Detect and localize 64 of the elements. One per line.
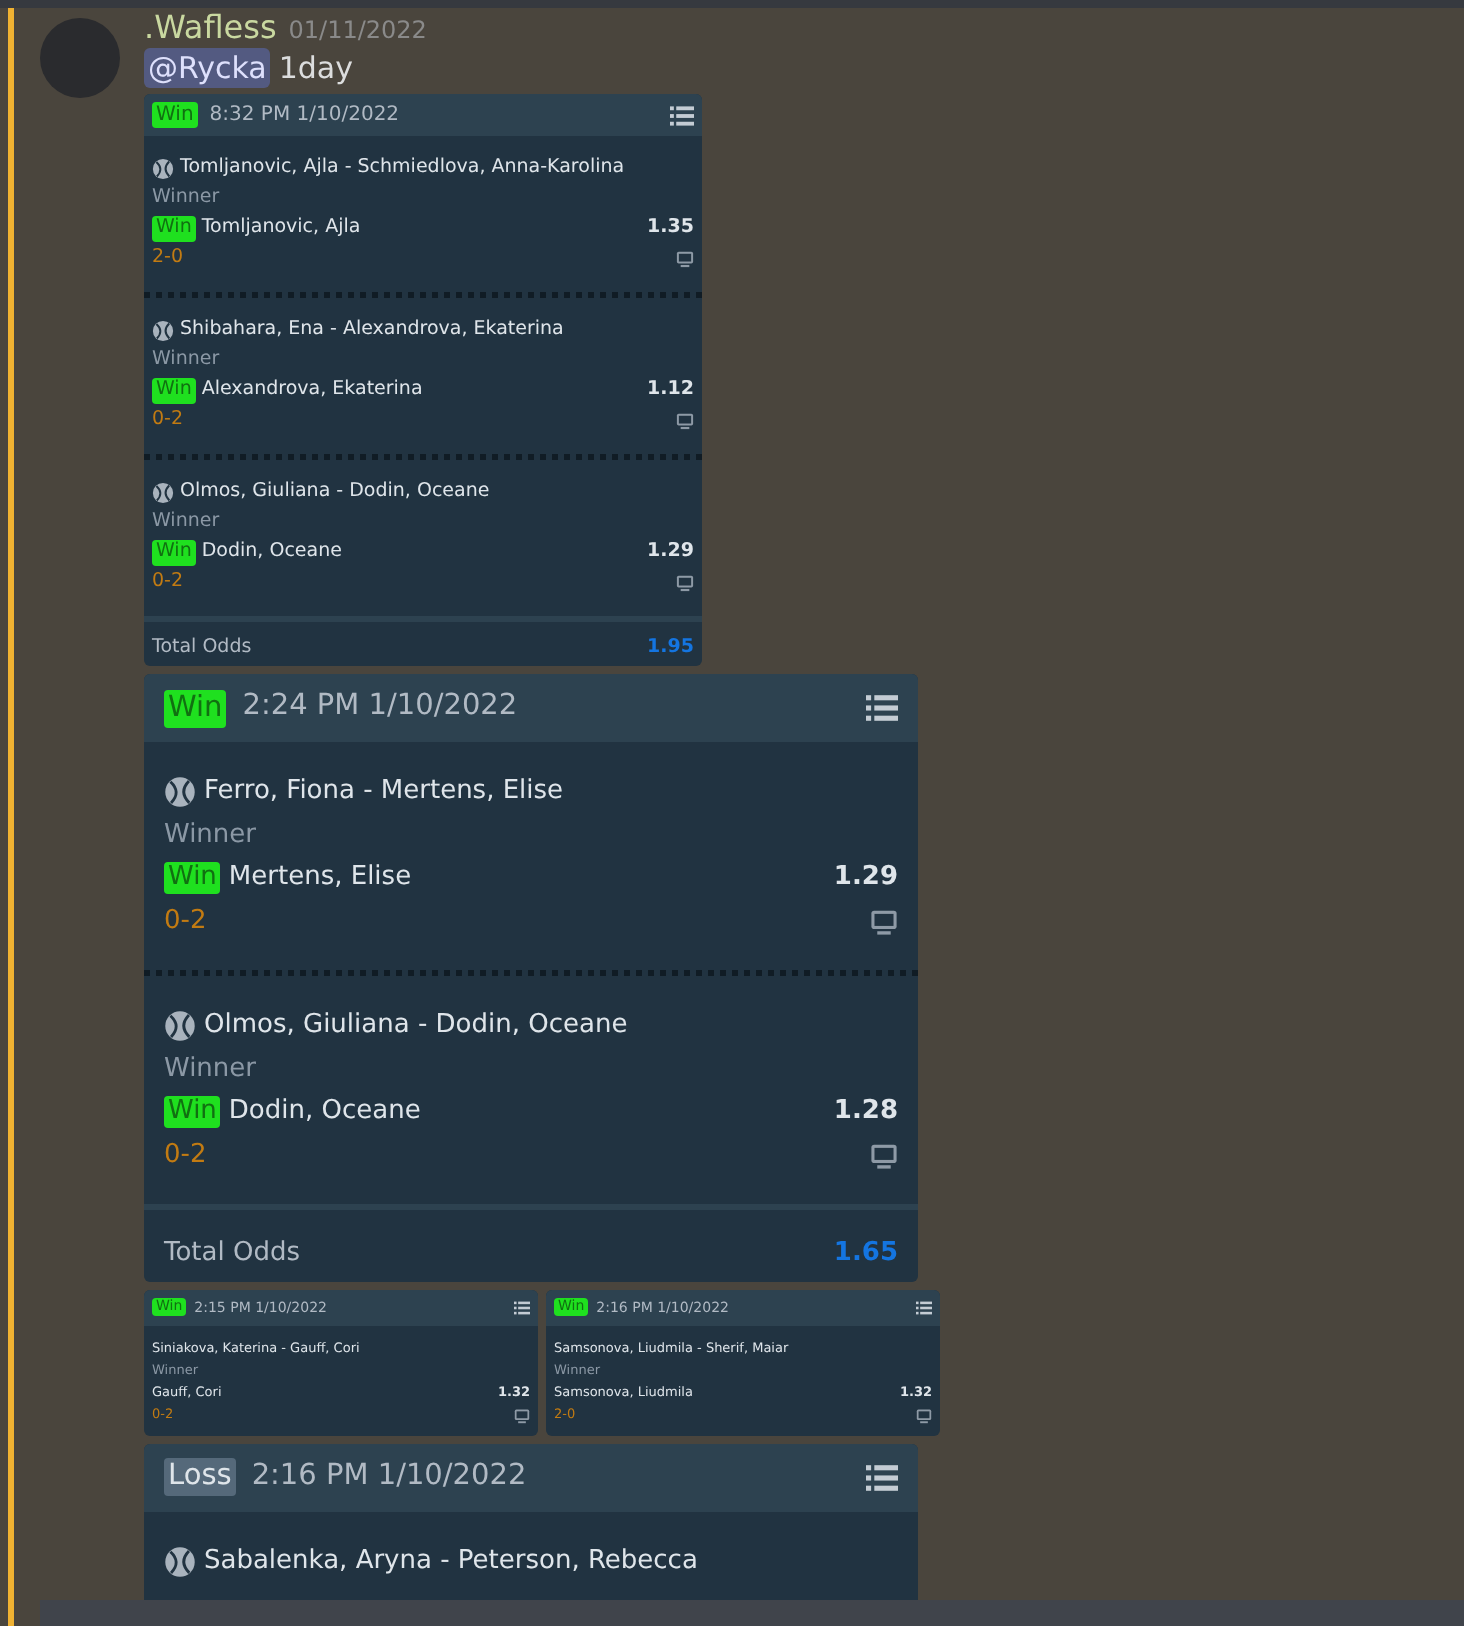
match-score: 0-2 bbox=[164, 1137, 207, 1174]
odds-value: 1.35 bbox=[647, 214, 694, 243]
match-score: 2-0 bbox=[152, 244, 184, 273]
result-badge: Win bbox=[152, 540, 196, 566]
match-name: Sabalenka, Aryna - Peterson, Rebecca bbox=[204, 1543, 698, 1580]
selection-name: Alexandrova, Ekaterina bbox=[201, 376, 423, 405]
odds-value: 1.28 bbox=[833, 1094, 898, 1131]
match-name: Olmos, Giuliana - Dodin, Oceane bbox=[204, 1008, 628, 1045]
total-odds-value: 1.65 bbox=[833, 1236, 898, 1273]
tv-icon bbox=[676, 250, 694, 268]
user-mention[interactable]: @Rycka bbox=[144, 48, 271, 88]
match-score: 0-2 bbox=[152, 568, 184, 597]
tv-icon bbox=[676, 412, 694, 430]
tennis-ball-icon bbox=[152, 158, 174, 180]
selection-name: Dodin, Oceane bbox=[228, 1094, 421, 1131]
match-name: Shibahara, Ena - Alexandrova, Ekaterina bbox=[180, 316, 564, 345]
result-badge: Win bbox=[164, 689, 227, 728]
menu-icon[interactable] bbox=[866, 692, 898, 725]
match-score: 0-2 bbox=[164, 903, 207, 940]
tennis-ball-icon bbox=[152, 482, 174, 504]
tennis-ball-icon bbox=[164, 1010, 196, 1042]
tv-icon bbox=[676, 574, 694, 592]
selection-name: Tomljanovic, Ajla bbox=[201, 214, 361, 243]
result-badge: Win bbox=[152, 102, 198, 128]
match-name: Tomljanovic, Ajla - Schmiedlova, Anna-Karolina bbox=[180, 154, 625, 183]
total-odds-label: Total Odds bbox=[152, 634, 252, 662]
tv-icon bbox=[870, 1141, 898, 1169]
match-name: Ferro, Fiona - Mertens, Elise bbox=[204, 774, 564, 811]
market-label: Winner bbox=[164, 817, 259, 854]
menu-icon[interactable] bbox=[670, 103, 694, 127]
tv-icon bbox=[870, 907, 898, 935]
menu-icon[interactable] bbox=[514, 1299, 530, 1316]
result-badge: Win bbox=[164, 1095, 221, 1129]
result-badge: Win bbox=[152, 216, 196, 242]
market-label: Winner bbox=[152, 346, 222, 375]
result-badge: Win bbox=[152, 378, 196, 404]
slip-time: 8:32 PM 1/10/2022 bbox=[209, 102, 400, 130]
tv-icon bbox=[916, 1408, 932, 1425]
menu-icon[interactable] bbox=[916, 1299, 932, 1316]
total-odds-label: Total Odds bbox=[164, 1236, 301, 1273]
tennis-ball-icon bbox=[164, 1545, 196, 1577]
tv-icon bbox=[514, 1408, 530, 1425]
market-label: Winner bbox=[164, 1051, 259, 1088]
tennis-ball-icon bbox=[152, 320, 174, 342]
message-input-bar[interactable] bbox=[40, 1600, 1464, 1626]
result-badge: Win bbox=[164, 861, 221, 895]
odds-value: 1.12 bbox=[647, 376, 694, 405]
author-name[interactable]: .Wafless bbox=[144, 10, 277, 46]
market-label: Winner bbox=[152, 508, 222, 537]
menu-icon[interactable] bbox=[866, 1461, 898, 1494]
message-text: 1day bbox=[278, 48, 353, 88]
odds-value: 1.29 bbox=[833, 860, 898, 897]
slip-time: 2:16 PM 1/10/2022 bbox=[251, 1457, 527, 1496]
match-score: 0-2 bbox=[152, 406, 184, 435]
selection-name: Mertens, Elise bbox=[228, 860, 412, 897]
tennis-ball-icon bbox=[164, 776, 196, 808]
match-name: Olmos, Giuliana - Dodin, Oceane bbox=[180, 478, 490, 507]
odds-value: 1.29 bbox=[647, 538, 694, 567]
market-label: Winner bbox=[152, 184, 222, 213]
result-badge: Loss bbox=[164, 1458, 236, 1497]
total-odds-value: 1.95 bbox=[647, 634, 694, 662]
slip-time: 2:24 PM 1/10/2022 bbox=[242, 688, 518, 727]
message-timestamp: 01/11/2022 bbox=[288, 14, 427, 48]
selection-name: Dodin, Oceane bbox=[201, 538, 342, 567]
